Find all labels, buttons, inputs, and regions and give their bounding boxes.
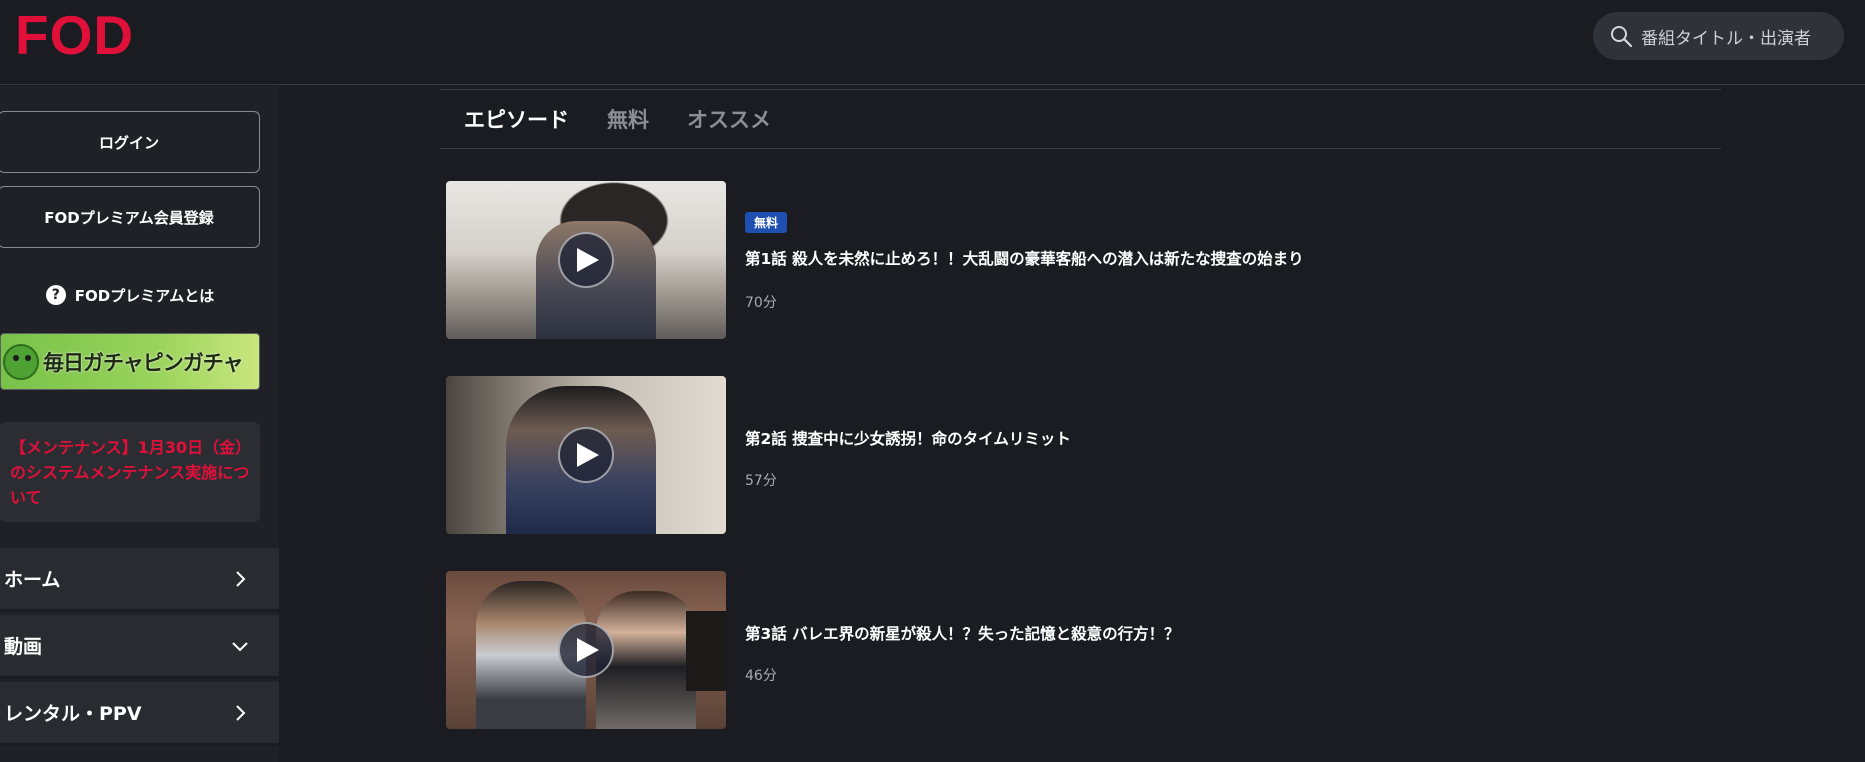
tab-free[interactable]: 無料 xyxy=(607,104,649,134)
header: FOD 番組タイトル・出演者 xyxy=(0,0,1865,85)
menu-item-videos[interactable]: 動画 xyxy=(0,615,279,679)
sidebar: ログイン FODプレミアム会員登録 ? FODプレミアムとは 毎日ガチャピンガチ… xyxy=(0,86,279,762)
play-button[interactable] xyxy=(558,622,614,678)
tab-bar: エピソード 無料 オススメ xyxy=(440,89,1721,149)
episode-title[interactable]: 第3話 バレエ界の新星が殺人！？失った記憶と殺意の行方！？ xyxy=(745,622,1180,644)
search-box[interactable]: 番組タイトル・出演者 xyxy=(1593,12,1844,60)
menu-item-label: 動画 xyxy=(4,636,43,658)
chevron-right-icon xyxy=(236,704,246,721)
menu-item-label: レンタル・PPV xyxy=(4,703,142,725)
fod-logo[interactable]: FOD xyxy=(15,8,134,63)
episode-item[interactable]: 第3話 バレエ界の新星が殺人！？失った記憶と殺意の行方！？ 46分 xyxy=(446,571,1646,729)
episode-duration: 57分 xyxy=(745,473,777,489)
episode-item[interactable]: 第2話 捜査中に少女誘拐！命のタイムリミット 57分 xyxy=(446,376,1646,534)
login-button[interactable]: ログイン xyxy=(0,111,260,173)
tab-recommended[interactable]: オススメ xyxy=(687,104,771,134)
episode-thumbnail[interactable] xyxy=(446,181,726,339)
episode-thumbnail[interactable] xyxy=(446,376,726,534)
menu-item-rental-ppv[interactable]: レンタル・PPV xyxy=(0,682,279,746)
search-icon xyxy=(1611,26,1633,48)
episode-item[interactable]: 無料 第1話 殺人を未然に止めろ！！大乱闘の豪華客船への潜入は新たな捜査の始まり… xyxy=(446,181,1646,339)
gachapin-mascot-icon xyxy=(3,343,39,380)
question-icon: ? xyxy=(45,285,66,305)
chevron-right-icon xyxy=(236,570,246,587)
menu-item-home[interactable]: ホーム xyxy=(0,548,279,612)
gachapin-banner[interactable]: 毎日ガチャピンガチャ xyxy=(0,333,260,390)
episode-duration: 46分 xyxy=(745,668,777,684)
chevron-down-icon xyxy=(232,641,248,651)
episode-title[interactable]: 第1話 殺人を未然に止めろ！！大乱闘の豪華客船への潜入は新たな捜査の始まり xyxy=(745,247,1304,269)
menu-item-label: ホーム xyxy=(4,569,61,591)
play-button[interactable] xyxy=(558,427,614,483)
play-icon xyxy=(577,248,599,272)
premium-register-button[interactable]: FODプレミアム会員登録 xyxy=(0,186,260,248)
premium-about-label: FODプレミアムとは xyxy=(74,286,215,305)
banner-text: 毎日ガチャピンガチャ xyxy=(43,350,244,375)
tab-episodes[interactable]: エピソード xyxy=(464,104,569,134)
play-icon xyxy=(577,443,599,467)
play-icon xyxy=(577,638,599,662)
search-input[interactable]: 番組タイトル・出演者 xyxy=(1641,24,1811,49)
free-badge: 無料 xyxy=(745,212,787,233)
episode-thumbnail[interactable] xyxy=(446,571,726,729)
episode-title[interactable]: 第2話 捜査中に少女誘拐！命のタイムリミット xyxy=(745,427,1071,449)
maintenance-notice[interactable]: 【メンテナンス】1月30日（金）のシステムメンテナンス実施について xyxy=(0,422,260,522)
premium-about-link[interactable]: ? FODプレミアムとは xyxy=(0,279,260,311)
play-button[interactable] xyxy=(558,232,614,288)
episode-duration: 70分 xyxy=(745,295,777,311)
